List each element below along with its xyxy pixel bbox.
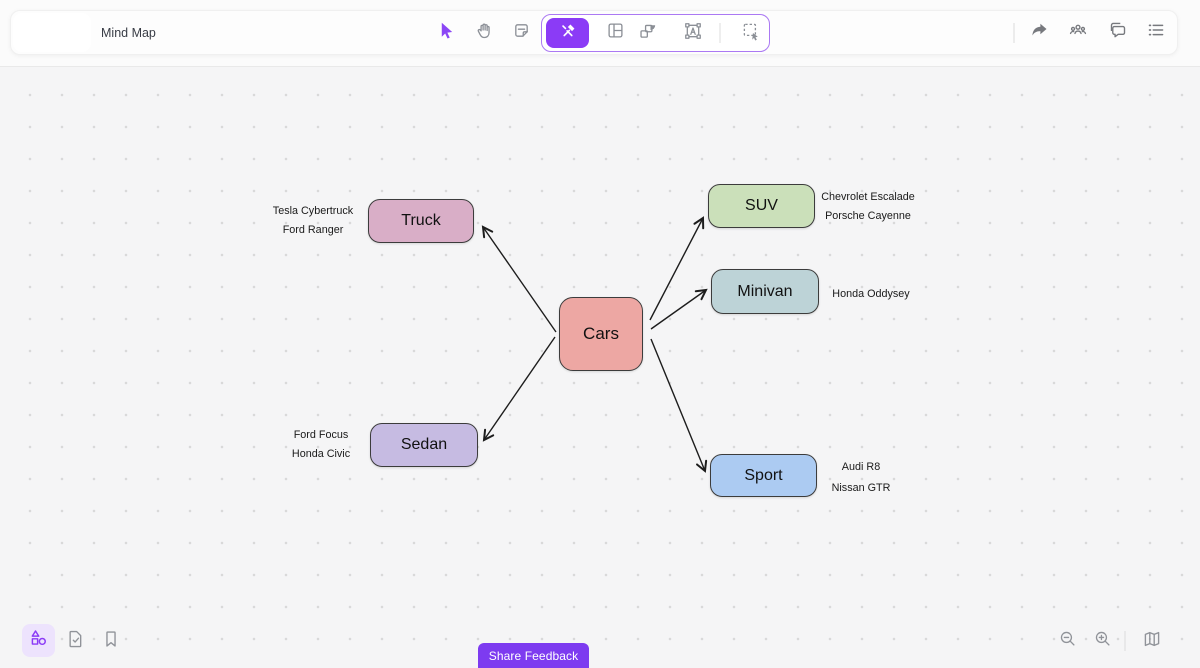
- bookmark-button[interactable]: [98, 628, 124, 654]
- minimap-button[interactable]: [1139, 628, 1165, 654]
- text-frame-tool-button[interactable]: [676, 18, 710, 48]
- layout-tool-button[interactable]: [598, 18, 632, 48]
- shapes-icon: [637, 20, 658, 46]
- note-line: Tesla Cybertruck: [272, 205, 354, 217]
- toolbar-right-divider: [1013, 22, 1015, 43]
- shapes-panel-button[interactable]: [22, 624, 55, 657]
- note-line: Ford Ranger: [282, 223, 344, 236]
- checklist-button[interactable]: [62, 628, 88, 654]
- tools-icon: [559, 22, 577, 45]
- bookmark-icon: [100, 628, 122, 655]
- shapes-tool-button[interactable]: [630, 18, 664, 48]
- page-title: Mind Map: [101, 25, 156, 40]
- toolbar: Mind Map: [10, 10, 1178, 55]
- note-line: Chevrolet Escalade: [821, 191, 915, 203]
- share-feedback-button[interactable]: Share Feedback: [478, 643, 589, 668]
- node-notes-truck[interactable]: Tesla Cybertruck Ford Ranger: [253, 202, 373, 239]
- people-button[interactable]: [1061, 16, 1095, 50]
- marquee-icon: [740, 20, 761, 46]
- mindmap-node-cars[interactable]: Cars: [559, 297, 643, 371]
- list-icon: [1145, 19, 1167, 46]
- node-notes-minivan[interactable]: Honda Oddysey: [830, 285, 912, 304]
- share-button[interactable]: [1022, 16, 1056, 50]
- note-line: Honda Civic: [291, 447, 351, 460]
- mindmap-node-sport[interactable]: Sport: [710, 454, 817, 497]
- layout-icon: [605, 20, 626, 46]
- marquee-tool-button[interactable]: [733, 18, 767, 48]
- zoom-out-button[interactable]: [1054, 628, 1080, 654]
- mindmap-node-sedan[interactable]: Sedan: [370, 423, 478, 467]
- menu-button[interactable]: [13, 13, 91, 52]
- footer-right-divider: [1124, 631, 1126, 651]
- node-label-sport: Sport: [744, 466, 783, 484]
- note-tool-button[interactable]: [504, 16, 538, 50]
- zoom-in-icon: [1092, 628, 1113, 654]
- checklist-icon: [64, 628, 86, 655]
- node-label-sedan: Sedan: [400, 436, 448, 453]
- people-icon: [1067, 19, 1089, 46]
- mindmap-node-truck[interactable]: Truck: [368, 199, 474, 243]
- share-feedback-label: Share Feedback: [488, 648, 579, 663]
- list-button[interactable]: [1139, 16, 1173, 50]
- map-icon: [1141, 628, 1163, 655]
- node-label-truck: Truck: [401, 212, 441, 229]
- node-notes-sport[interactable]: Audi R8 Nissan GTR: [826, 457, 896, 498]
- note-icon: [511, 20, 532, 46]
- share-icon: [1028, 19, 1050, 46]
- tool-group-divider: [719, 23, 721, 43]
- note-line: Porsche Cayenne: [825, 209, 911, 222]
- note-line: Audi R8: [841, 461, 881, 473]
- shapes-panel-icon: [28, 627, 50, 654]
- node-label-cars: Cars: [583, 324, 619, 343]
- zoom-in-button[interactable]: [1089, 628, 1115, 654]
- node-label-minivan: Minivan: [737, 282, 793, 300]
- top-header: Mind Map: [0, 0, 1200, 67]
- comments-button[interactable]: [1101, 16, 1135, 50]
- note-line: Nissan GTR: [831, 481, 891, 494]
- zoom-out-icon: [1057, 628, 1078, 654]
- text-frame-icon: [682, 20, 704, 47]
- hand-icon: [474, 20, 495, 46]
- select-tool-button[interactable]: [429, 16, 463, 50]
- tool-group: [541, 14, 770, 52]
- hand-tool-button[interactable]: [467, 16, 501, 50]
- cursor-icon: [436, 20, 457, 46]
- note-line: Ford Focus: [293, 429, 349, 441]
- node-notes-sedan[interactable]: Ford Focus Honda Civic: [288, 426, 354, 463]
- comments-icon: [1107, 19, 1129, 46]
- node-label-suv: SUV: [745, 197, 778, 214]
- tools-tool-button-active[interactable]: [546, 18, 589, 48]
- mindmap-node-suv[interactable]: SUV: [708, 184, 815, 228]
- note-line: Honda Oddysey: [832, 288, 910, 300]
- mindmap-node-minivan[interactable]: Minivan: [711, 269, 819, 314]
- node-notes-suv[interactable]: Chevrolet Escalade Porsche Cayenne: [820, 188, 916, 225]
